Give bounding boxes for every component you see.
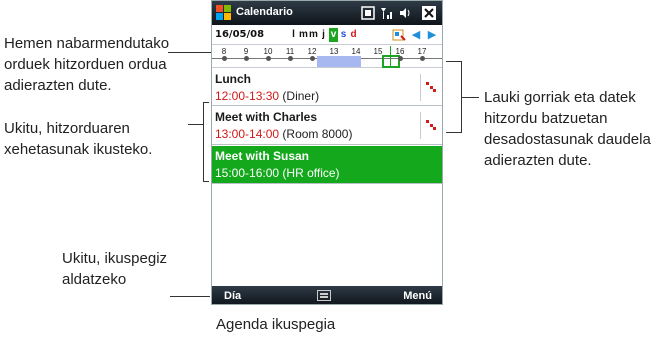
date-bar: 16/05/08 l m m j v s d ◀ ▶	[212, 25, 442, 45]
weekday-m[interactable]: m	[299, 28, 308, 42]
appointment-item-selected[interactable]: Meet with Susan 15:00-16:00 (HR office)	[212, 146, 442, 184]
weekday-selector: l m m j v s d	[289, 28, 358, 42]
timeline-tick	[288, 56, 293, 61]
timeline-tick	[420, 56, 425, 61]
timeline-tick	[244, 56, 249, 61]
timeline-hour: 8	[221, 47, 227, 56]
leader-line-details	[188, 124, 203, 125]
weekday-m2[interactable]: m	[309, 28, 318, 42]
volume-icon[interactable]	[398, 6, 412, 20]
weekday-j[interactable]: j	[319, 28, 328, 42]
appointment-location: (Diner)	[282, 89, 320, 103]
callout-highlighted-hours: Hemen nabarmendutako orduek hitzorduen o…	[4, 35, 170, 94]
figure-caption: Agenda ikuspegia	[216, 316, 336, 333]
timeline-hour: 14	[351, 47, 361, 56]
timeline-tick	[222, 56, 227, 61]
weekday-l[interactable]: l	[289, 28, 298, 42]
appointment-time: 12:00-13:30	[215, 89, 280, 103]
appointment-item[interactable]: Meet with Charles 13:00-14:00 (Room 8000…	[212, 107, 442, 145]
timeline-hour: 17	[417, 47, 427, 56]
conflict-indicator	[420, 74, 440, 101]
softkey-day[interactable]: Día	[224, 290, 241, 302]
weekday-s[interactable]: s	[339, 28, 348, 42]
appointment-time: 13:00-14:00	[215, 127, 280, 141]
timeline-tick	[310, 56, 315, 61]
app-title: Calendario	[236, 6, 293, 18]
timeline-hour: 13	[329, 47, 339, 56]
close-icon[interactable]	[422, 6, 436, 20]
appointment-time-row: 15:00-16:00 (HR office)	[215, 166, 340, 180]
weekday-d[interactable]: d	[349, 28, 358, 42]
appointment-title: Meet with Susan	[215, 149, 310, 163]
timeline-bar[interactable]: 8 9 10 11 12 13 14 15 16 17	[212, 46, 442, 68]
appointment-time-row: 12:00-13:30 (Diner)	[215, 89, 319, 103]
appointment-title: Meet with Charles	[215, 110, 318, 124]
conflict-indicator	[420, 112, 440, 139]
signal-icon[interactable]	[380, 6, 394, 20]
callout-red-boxes: Lauki gorriak eta datek hitzordu batzuet…	[484, 89, 651, 169]
leader-line-details-top	[203, 102, 209, 103]
appointment-item[interactable]: Lunch 12:00-13:30 (Diner)	[212, 69, 442, 106]
current-date[interactable]: 16/05/08	[215, 29, 264, 40]
callout-switch-view: Ukitu, ikuspegiz aldatzeko	[62, 250, 168, 288]
arrow-right-icon[interactable]: ▶	[426, 28, 438, 42]
timeline-tick	[266, 56, 271, 61]
windows-logo-icon[interactable]	[216, 5, 232, 21]
timeline-hour: 16	[395, 47, 405, 56]
device-screen: Calendario 16/05/08 l m m j v s d ◀ ▶ 8 …	[211, 0, 443, 305]
appointment-time-row: 13:00-14:00 (Room 8000)	[215, 127, 352, 141]
arrow-left-icon[interactable]: ◀	[410, 28, 422, 42]
leader-line-view	[170, 296, 210, 297]
softkey-bar: Día Menú	[212, 286, 442, 304]
timeline-hour: 15	[373, 47, 383, 56]
leader-line-details-bottom	[203, 181, 209, 182]
timeline-hour: 9	[243, 47, 249, 56]
leader-line-red-bottom	[446, 132, 461, 133]
softkey-menu[interactable]: Menú	[403, 290, 432, 302]
timeline-tick	[398, 56, 403, 61]
timeline-now-marker	[390, 46, 391, 67]
appointment-time: 15:00-16:00	[215, 166, 280, 180]
leader-line-red-top	[446, 61, 461, 62]
leader-line-details-bracket	[203, 102, 204, 182]
week-view-icon[interactable]	[392, 28, 406, 42]
connectivity-icon[interactable]	[361, 6, 375, 20]
keyboard-icon[interactable]	[317, 290, 331, 301]
conflict-icon	[426, 120, 436, 130]
callout-tap-details: Ukitu, hitzorduaren xehetasunak ikusteko…	[4, 120, 153, 158]
timeline-busy-band	[317, 56, 361, 67]
timeline-hour: 11	[285, 47, 295, 56]
appointment-location: (HR office)	[282, 166, 340, 180]
timeline-hour: 12	[307, 47, 317, 56]
weekday-v-selected[interactable]: v	[329, 28, 338, 42]
conflict-icon	[426, 82, 436, 92]
timeline-hour: 10	[263, 47, 273, 56]
appointment-location: (Room 8000)	[282, 127, 353, 141]
title-bar: Calendario	[212, 1, 442, 25]
appointment-title: Lunch	[215, 72, 251, 86]
leader-line-red	[461, 97, 479, 98]
